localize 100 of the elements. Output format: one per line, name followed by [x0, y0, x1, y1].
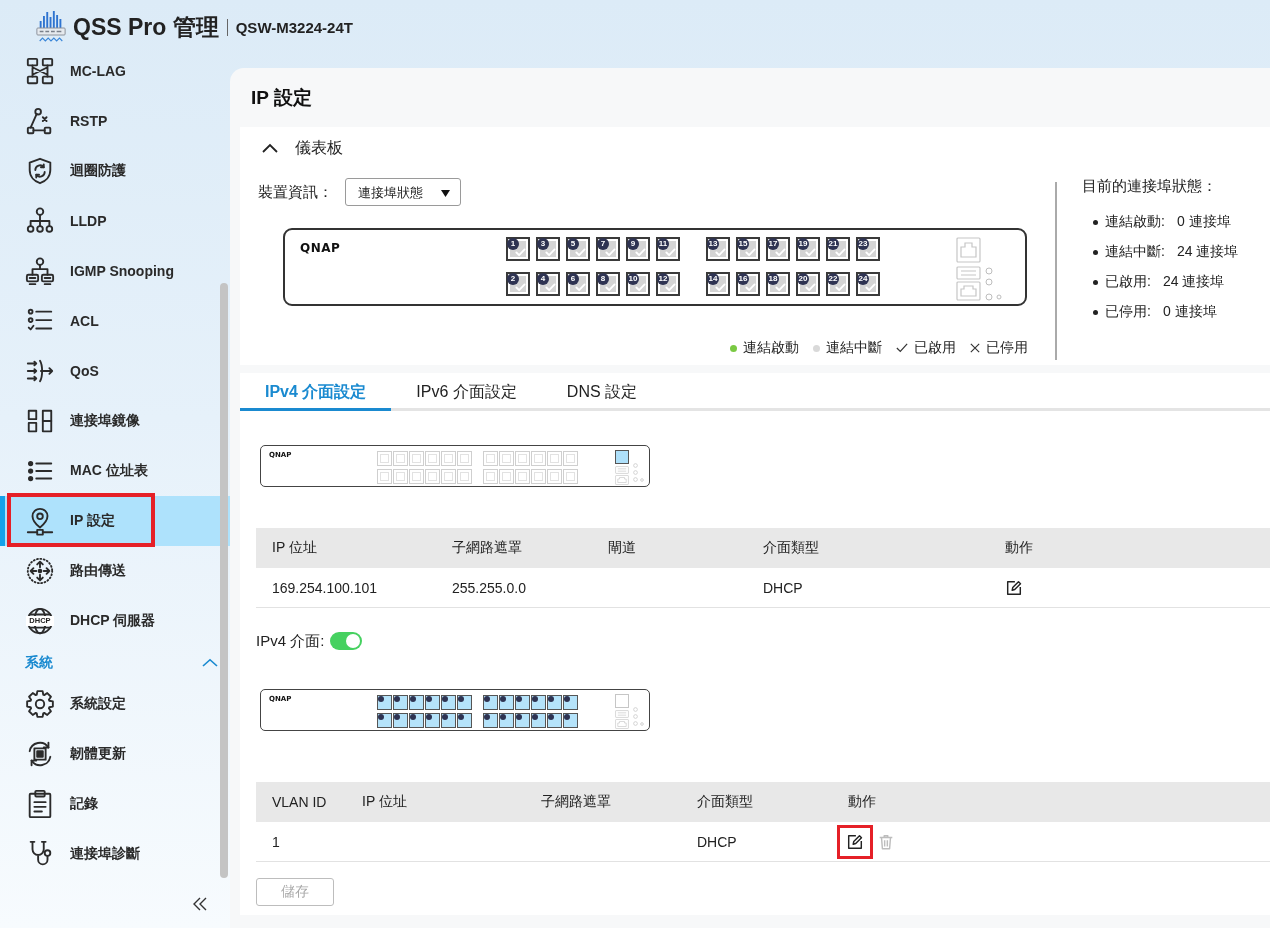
table-cell-text: 169.254.100.101 [272, 579, 379, 596]
port-number: 9 [627, 238, 639, 250]
sidebar-item[interactable]: IP 設定 [0, 496, 230, 546]
app-title: QSS Pro 管理 [73, 12, 219, 42]
table-cell-text: DHCP [763, 579, 804, 596]
port-number: 21 [827, 238, 839, 250]
tab[interactable]: IPv6 介面設定 [391, 373, 542, 411]
sidebar-item[interactable]: 系統設定 [0, 679, 230, 729]
sidebar-item[interactable]: 韌體更新 [0, 729, 230, 779]
led-icon [633, 707, 638, 712]
tab[interactable]: IPv4 介面設定 [240, 373, 392, 411]
port-badge-icon [516, 714, 522, 720]
table-cell-text: 255.255.0.0 [452, 579, 527, 596]
bullet-icon [1093, 249, 1098, 255]
console-port-icon [615, 475, 629, 485]
device-info-dropdown[interactable]: 連接埠狀態 [345, 178, 461, 206]
port-number: 22 [827, 273, 839, 285]
status-title: 目前的連接埠狀態： [1082, 176, 1218, 196]
sidebar-item[interactable]: 記錄 [0, 779, 230, 829]
status-value: 0 連接埠 [1176, 213, 1231, 231]
network-tree-icon [25, 256, 55, 286]
sidebar-item[interactable]: 迴圈防護 [0, 146, 230, 196]
brand-logo: QNAP [300, 241, 341, 255]
port-number: 14 [707, 273, 719, 285]
port-badge-icon [410, 714, 416, 720]
scrollbar-thumb[interactable] [220, 283, 228, 878]
double-chevron-left-icon[interactable] [192, 895, 208, 912]
status-label: 連結啟動: [1105, 213, 1165, 231]
port-number: 24 [857, 273, 869, 285]
status-value: 24 連接埠 [1176, 243, 1239, 261]
sidebar-item[interactable]: 連接埠診斷 [0, 829, 230, 879]
port-badge-icon [426, 696, 432, 702]
linked-squares-icon [25, 56, 55, 86]
bullet-icon [1093, 279, 1098, 285]
column-header: 介面類型 [763, 539, 820, 557]
column-header: IP 位址 [272, 539, 318, 557]
check-icon [896, 343, 908, 353]
port-number: 17 [767, 238, 779, 250]
port-number: 23 [857, 238, 869, 250]
status-value: 24 連接埠 [1162, 273, 1225, 291]
port-badge-icon [484, 696, 490, 702]
port-badge-icon [378, 714, 384, 720]
sidebar-item[interactable]: MC-LAG [0, 46, 230, 96]
port-number: 13 [707, 238, 719, 250]
port-badge-icon [548, 696, 554, 702]
usb-port-icon [956, 266, 981, 280]
port-badge-icon [442, 714, 448, 720]
sidebar-item[interactable]: LLDP [0, 196, 230, 246]
section-header[interactable]: 系統 [0, 646, 230, 679]
column-header: 子網路遮罩 [452, 539, 523, 557]
sidebar-item[interactable]: RSTP [0, 96, 230, 146]
port-badge-icon [426, 714, 432, 720]
port-badge-icon [458, 714, 464, 720]
port-number: 18 [767, 273, 779, 285]
routing-arrows-icon [25, 556, 55, 586]
bullet-icon [1093, 219, 1098, 225]
toggle-switch[interactable] [330, 632, 363, 650]
settings-icon [25, 689, 55, 719]
caret-down-icon [441, 189, 450, 197]
sidebar-item[interactable]: 連接埠鏡像 [0, 396, 230, 446]
legend-label: 連結中斷 [826, 339, 882, 357]
column-header: IP 位址 [362, 793, 408, 811]
chevron-up-icon[interactable] [262, 143, 278, 153]
port-badge-icon [532, 696, 538, 702]
sidebar-item[interactable]: MAC 位址表 [0, 446, 230, 496]
edit-button[interactable] [837, 824, 873, 859]
column-header: 介面類型 [697, 793, 754, 811]
sidebar-item[interactable]: IGMP Snooping [0, 246, 230, 296]
column-header: 子網路遮罩 [541, 793, 612, 811]
port-badge-icon [378, 696, 384, 702]
led-icon [633, 721, 638, 726]
port-number: 7 [597, 238, 609, 250]
port-number: 12 [657, 273, 669, 285]
device-model: QSW-M3224-24T [226, 18, 353, 36]
led-icon [633, 463, 638, 468]
app-logo-icon [35, 10, 67, 44]
port-number: 2 [507, 273, 519, 285]
sidebar-item[interactable]: 路由傳送 [0, 546, 230, 596]
rj45-port-icon [956, 237, 981, 263]
field-label: 裝置資訊： [258, 182, 333, 202]
table-cell-text: 1 [272, 833, 281, 850]
edit-button[interactable] [1005, 578, 1023, 597]
port-badge-icon [564, 714, 570, 720]
sidebar-item[interactable]: QoS [0, 346, 230, 396]
led-icon [985, 278, 993, 286]
status-label: 連結中斷: [1105, 243, 1165, 261]
port-badge-icon [564, 696, 570, 702]
led-icon [633, 477, 638, 482]
port-badge-icon [394, 714, 400, 720]
usb-port-icon [615, 710, 629, 718]
port-number: 11 [657, 238, 669, 250]
port-number: 8 [597, 273, 609, 285]
sidebar-item[interactable]: ACL [0, 296, 230, 346]
port-number: 3 [537, 238, 549, 250]
port-number: 20 [797, 273, 809, 285]
port-badge-icon [500, 696, 506, 702]
port-number: 15 [737, 238, 749, 250]
cross-icon [970, 343, 980, 353]
port-number: 4 [537, 273, 549, 285]
tab[interactable]: DNS 設定 [541, 373, 663, 411]
